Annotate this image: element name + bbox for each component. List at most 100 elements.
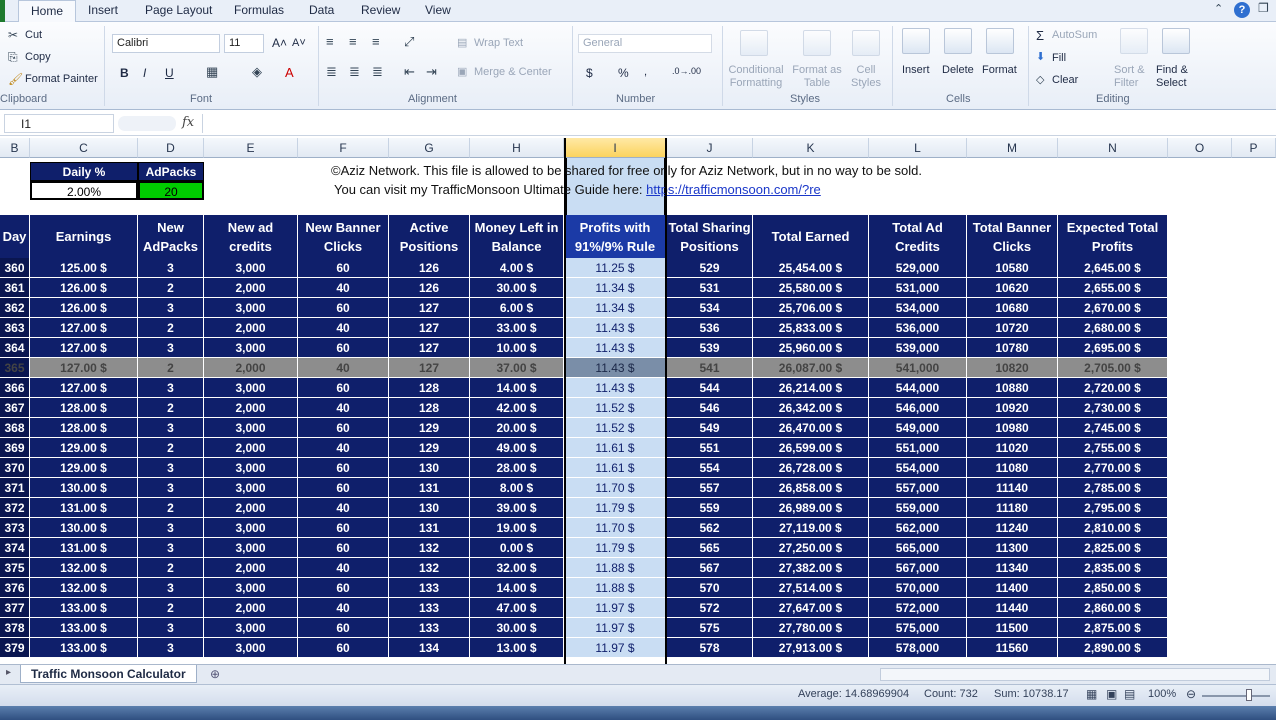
table-cell[interactable]: 131	[389, 518, 470, 538]
table-cell[interactable]: 133.00 $	[30, 618, 138, 638]
column-header-h[interactable]: H	[470, 138, 564, 158]
table-cell[interactable]: 126.00 $	[30, 298, 138, 318]
align-bottom-icon[interactable]: ≡	[372, 34, 380, 49]
table-cell[interactable]: 534,000	[869, 298, 967, 318]
table-cell[interactable]: 42.00 $	[470, 398, 564, 418]
table-cell[interactable]: 2	[138, 438, 204, 458]
table-cell[interactable]: 60	[298, 258, 389, 278]
table-cell[interactable]: 549	[667, 418, 753, 438]
table-cell[interactable]: 130.00 $	[30, 518, 138, 538]
table-cell[interactable]: 130	[389, 498, 470, 518]
table-cell[interactable]: 2,770.00 $	[1058, 458, 1168, 478]
table-cell[interactable]: 544,000	[869, 378, 967, 398]
table-cell[interactable]: 363	[0, 318, 30, 338]
table-cell[interactable]: 11080	[967, 458, 1058, 478]
table-cell[interactable]: 551	[667, 438, 753, 458]
table-cell[interactable]: 11020	[967, 438, 1058, 458]
page-layout-view-icon[interactable]: ▣	[1106, 687, 1117, 701]
table-cell[interactable]: 11.79 $	[564, 538, 667, 558]
table-cell[interactable]: 3,000	[204, 338, 298, 358]
table-cell[interactable]: 2	[138, 598, 204, 618]
tab-review[interactable]: Review	[361, 3, 400, 17]
table-cell[interactable]: 33.00 $	[470, 318, 564, 338]
table-cell[interactable]: 379	[0, 638, 30, 658]
font-name-box[interactable]: Calibri	[112, 34, 220, 53]
table-cell[interactable]: 11.52 $	[564, 398, 667, 418]
table-cell[interactable]: 368	[0, 418, 30, 438]
table-cell[interactable]: 360	[0, 258, 30, 278]
comma-style-icon[interactable]: ,	[644, 66, 647, 78]
table-cell[interactable]: 567,000	[869, 558, 967, 578]
column-header-l[interactable]: L	[869, 138, 967, 158]
fill-color-icon[interactable]: ◈	[252, 64, 262, 80]
table-cell[interactable]: 3	[138, 458, 204, 478]
table-cell[interactable]: 127	[389, 358, 470, 378]
table-cell[interactable]: 133	[389, 578, 470, 598]
table-cell[interactable]: 32.00 $	[470, 558, 564, 578]
increase-indent-icon[interactable]: ⇥	[426, 64, 437, 80]
underline-button[interactable]: U	[165, 66, 174, 80]
format-button[interactable]: Format	[982, 64, 1017, 76]
table-cell[interactable]: 133.00 $	[30, 598, 138, 618]
table-cell[interactable]: 565,000	[869, 538, 967, 558]
table-cell[interactable]: 26,087.00 $	[753, 358, 869, 378]
table-cell[interactable]: 2,680.00 $	[1058, 318, 1168, 338]
table-header-cell[interactable]: Total Banner Clicks	[967, 215, 1058, 258]
align-left-icon[interactable]: ≣	[326, 64, 337, 80]
merge-center-button[interactable]: Merge & Center	[474, 66, 552, 78]
table-header-cell[interactable]: Earnings	[30, 215, 138, 258]
adpacks-input[interactable]: 20	[138, 181, 204, 200]
table-cell[interactable]: 3,000	[204, 378, 298, 398]
table-cell[interactable]: 10980	[967, 418, 1058, 438]
table-cell[interactable]: 554,000	[869, 458, 967, 478]
table-cell[interactable]: 131	[389, 478, 470, 498]
fill-button[interactable]: Fill	[1052, 52, 1066, 64]
table-cell[interactable]: 26,342.00 $	[753, 398, 869, 418]
tab-formulas[interactable]: Formulas	[234, 3, 284, 17]
table-cell[interactable]: 26,989.00 $	[753, 498, 869, 518]
table-cell[interactable]: 2,705.00 $	[1058, 358, 1168, 378]
table-cell[interactable]: 2,645.00 $	[1058, 258, 1168, 278]
help-icon[interactable]: ?	[1234, 2, 1250, 18]
align-top-icon[interactable]: ≡	[326, 34, 334, 49]
table-cell[interactable]: 6.00 $	[470, 298, 564, 318]
table-cell[interactable]: 60	[298, 538, 389, 558]
fx-icon[interactable]: fx	[182, 115, 194, 130]
table-cell[interactable]: 2,000	[204, 318, 298, 338]
sort-filter-button[interactable]: Sort & Filter	[1114, 64, 1150, 90]
table-cell[interactable]: 2,000	[204, 598, 298, 618]
daily-percent-input[interactable]: 2.00%	[30, 181, 138, 200]
table-cell[interactable]: 531	[667, 278, 753, 298]
italic-button[interactable]: I	[143, 66, 146, 80]
column-header-b[interactable]: B	[0, 138, 30, 158]
table-cell[interactable]: 3,000	[204, 418, 298, 438]
table-cell[interactable]: 361	[0, 278, 30, 298]
percent-button[interactable]: %	[618, 66, 629, 80]
table-cell[interactable]: 373	[0, 518, 30, 538]
table-cell[interactable]: 11240	[967, 518, 1058, 538]
table-cell[interactable]: 40	[298, 318, 389, 338]
grow-font-icon[interactable]: A˄	[272, 36, 287, 50]
table-cell[interactable]: 27,780.00 $	[753, 618, 869, 638]
table-cell[interactable]: 37.00 $	[470, 358, 564, 378]
table-cell[interactable]: 3	[138, 638, 204, 658]
table-cell[interactable]: 130	[389, 458, 470, 478]
table-cell[interactable]: 10580	[967, 258, 1058, 278]
table-cell[interactable]: 19.00 $	[470, 518, 564, 538]
table-cell[interactable]: 541,000	[869, 358, 967, 378]
table-cell[interactable]: 10620	[967, 278, 1058, 298]
table-cell[interactable]: 40	[298, 558, 389, 578]
table-cell[interactable]: 572,000	[869, 598, 967, 618]
table-cell[interactable]: 529,000	[869, 258, 967, 278]
table-cell[interactable]: 3	[138, 478, 204, 498]
table-cell[interactable]: 127	[389, 338, 470, 358]
table-cell[interactable]: 11.61 $	[564, 438, 667, 458]
table-cell[interactable]: 60	[298, 518, 389, 538]
table-cell[interactable]: 562	[667, 518, 753, 538]
normal-view-icon[interactable]: ▦	[1086, 687, 1097, 701]
horizontal-scrollbar[interactable]	[880, 668, 1270, 681]
align-center-icon[interactable]: ≣	[349, 64, 360, 80]
table-header-cell[interactable]: New AdPacks	[138, 215, 204, 258]
table-cell[interactable]: 2,810.00 $	[1058, 518, 1168, 538]
table-cell[interactable]: 27,382.00 $	[753, 558, 869, 578]
